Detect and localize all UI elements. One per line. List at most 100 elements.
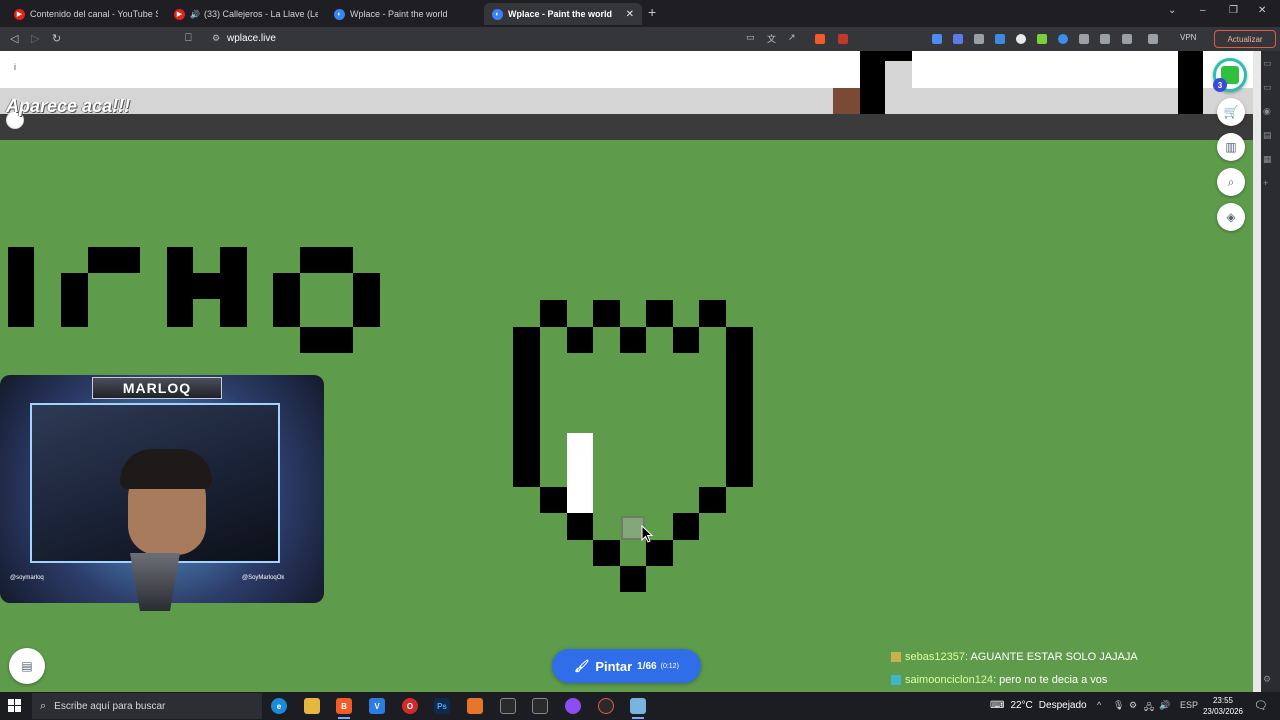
paint-label: Pintar [595, 658, 633, 674]
brave-shield-icon[interactable] [815, 34, 825, 44]
pixel [300, 247, 353, 273]
bookmark-icon[interactable]: ⎕ [185, 32, 192, 45]
sidebar-icon[interactable]: ▭ [1263, 82, 1272, 93]
extension-icon[interactable] [1079, 34, 1089, 44]
pixel [620, 566, 646, 592]
pixel [167, 247, 193, 327]
app-icon[interactable] [565, 698, 581, 714]
palette-toggle-button[interactable]: ▤ [9, 648, 45, 684]
webcam-video [30, 403, 280, 563]
extension-icon[interactable] [974, 34, 984, 44]
store-button[interactable]: 🛒 [1217, 98, 1245, 126]
pixel [61, 273, 88, 327]
maximize-button[interactable]: ❐ [1229, 5, 1238, 16]
new-tab-button[interactable]: + [648, 4, 656, 20]
photoshop-icon[interactable]: Ps [434, 698, 450, 714]
pixel [673, 327, 699, 353]
pixel [699, 300, 726, 327]
layers-button[interactable]: ◈ [1217, 203, 1245, 231]
tab-wplace-active[interactable]: ◐ Wplace - Paint the world ✕ [484, 3, 642, 25]
pixel [726, 327, 753, 487]
chat-badge-icon [891, 674, 901, 685]
pixel [593, 540, 620, 566]
extension-icon[interactable] [1016, 34, 1026, 44]
extension-icon[interactable] [995, 34, 1005, 44]
leaderboard-button[interactable]: ▥ [1217, 133, 1245, 161]
sidebar-toggle-icon[interactable] [1122, 34, 1132, 44]
streamer-name: MARLOQ [92, 377, 222, 399]
wplace-canvas[interactable]: i Aparece aca!!! 3 🛒 ▥ ⌕ ◈ ▤ 🖌 Pintar 1/… [0, 51, 1253, 692]
sidebar-add-icon[interactable]: + [1263, 178, 1268, 188]
pixel [88, 247, 140, 273]
media-icon[interactable] [1100, 34, 1110, 44]
start-button[interactable] [8, 699, 22, 713]
app-icon[interactable] [630, 698, 646, 719]
sidebar-settings-icon[interactable]: ⚙ [1263, 674, 1271, 685]
vegas-icon[interactable]: V [369, 698, 385, 714]
tab-label: Contenido del canal - YouTube Studi [30, 9, 158, 19]
obs-icon[interactable] [500, 698, 516, 714]
extension-icon[interactable] [1037, 34, 1047, 44]
network-icon[interactable]: 🖧 [1144, 700, 1154, 716]
sidebar-icon[interactable]: ◉ [1263, 106, 1271, 117]
tray-chevron-icon[interactable]: ^ [1097, 700, 1101, 710]
language-indicator[interactable]: ESP [1180, 700, 1198, 710]
system-clock[interactable]: 23:55 23/03/2026 [1198, 695, 1248, 717]
pixel [193, 273, 220, 299]
extension-icon[interactable] [932, 34, 942, 44]
sidebar-icon[interactable]: ▤ [1263, 130, 1272, 141]
pixel [833, 88, 860, 114]
forward-icon[interactable]: ▷ [31, 32, 39, 45]
fl-studio-icon[interactable] [467, 698, 483, 714]
extension-icon[interactable] [1058, 34, 1068, 44]
info-button[interactable]: i [6, 58, 24, 76]
search-placeholder: Escribe aquí para buscar [54, 700, 166, 712]
tab-youtube-studio[interactable]: ▶ Contenido del canal - YouTube Studi [6, 3, 158, 25]
pixel [646, 300, 673, 327]
app-icon[interactable] [598, 698, 614, 714]
mic-icon[interactable]: 🎙 [1113, 700, 1124, 711]
tray-app-icon[interactable]: ⚙ [1129, 700, 1137, 711]
search-location-button[interactable]: ⌕ [1217, 168, 1245, 196]
clock-time: 23:55 [1212, 696, 1234, 705]
wallet-icon[interactable] [1148, 34, 1158, 44]
tab-wplace-1[interactable]: ◐ Wplace - Paint the world [326, 3, 478, 25]
notifications-icon[interactable]: 🗨 [1254, 699, 1268, 712]
pixel [646, 540, 673, 566]
minimize-button[interactable]: – [1200, 5, 1206, 16]
extension-icon[interactable] [953, 34, 963, 44]
taskbar-search[interactable]: ⌕ Escribe aquí para buscar [32, 693, 262, 719]
sidebar-icon[interactable]: ▦ [1263, 154, 1272, 165]
speaker-icon[interactable]: 🔊 [190, 10, 200, 19]
cast-icon[interactable]: ▭ [746, 32, 755, 43]
page-scrollbar[interactable] [1253, 51, 1261, 692]
close-window-button[interactable]: ✕ [1258, 5, 1266, 16]
volume-icon[interactable]: 🔊 [1159, 700, 1170, 711]
twitter-handle: @SoyMarloqOk [242, 575, 285, 581]
search-icon: ⌕ [1227, 174, 1235, 189]
file-explorer-icon[interactable] [304, 698, 320, 714]
clock-date: 23/03/2026 [1202, 707, 1244, 716]
tab-callejeros[interactable]: ▶ 🔊 (33) Callejeros - La Llave (Letra) [166, 3, 318, 25]
site-info-icon[interactable]: ⚙ [212, 33, 220, 44]
share-icon[interactable]: ↗ [788, 32, 796, 43]
opera-icon[interactable]: O [402, 698, 418, 714]
back-icon[interactable]: ◁ [10, 32, 18, 45]
cart-icon: 🛒 [1223, 105, 1239, 119]
sidebar-icon[interactable]: ▭ [1263, 58, 1272, 69]
tab-search-chevron-icon[interactable]: ⌄ [1168, 5, 1176, 16]
url-field[interactable]: wplace.live [227, 33, 276, 44]
brave-icon[interactable]: B [336, 698, 352, 719]
obs-icon[interactable] [532, 698, 548, 714]
reload-icon[interactable]: ↻ [52, 32, 61, 45]
edge-icon[interactable]: e [271, 698, 287, 714]
pixel [273, 273, 300, 327]
weather-widget[interactable]: ⌨ 22°C Despejado [990, 700, 1087, 711]
paint-button[interactable]: 🖌 Pintar 1/66 (0:12) [552, 649, 701, 683]
update-button[interactable]: Actualizar [1214, 30, 1276, 48]
translate-icon[interactable]: 文 [767, 32, 776, 45]
close-tab-icon[interactable]: ✕ [626, 9, 634, 20]
vpn-button[interactable]: VPN [1180, 33, 1196, 42]
brave-rewards-icon[interactable] [838, 34, 848, 44]
stream-overlay-text: Aparece aca!!! [6, 96, 131, 116]
